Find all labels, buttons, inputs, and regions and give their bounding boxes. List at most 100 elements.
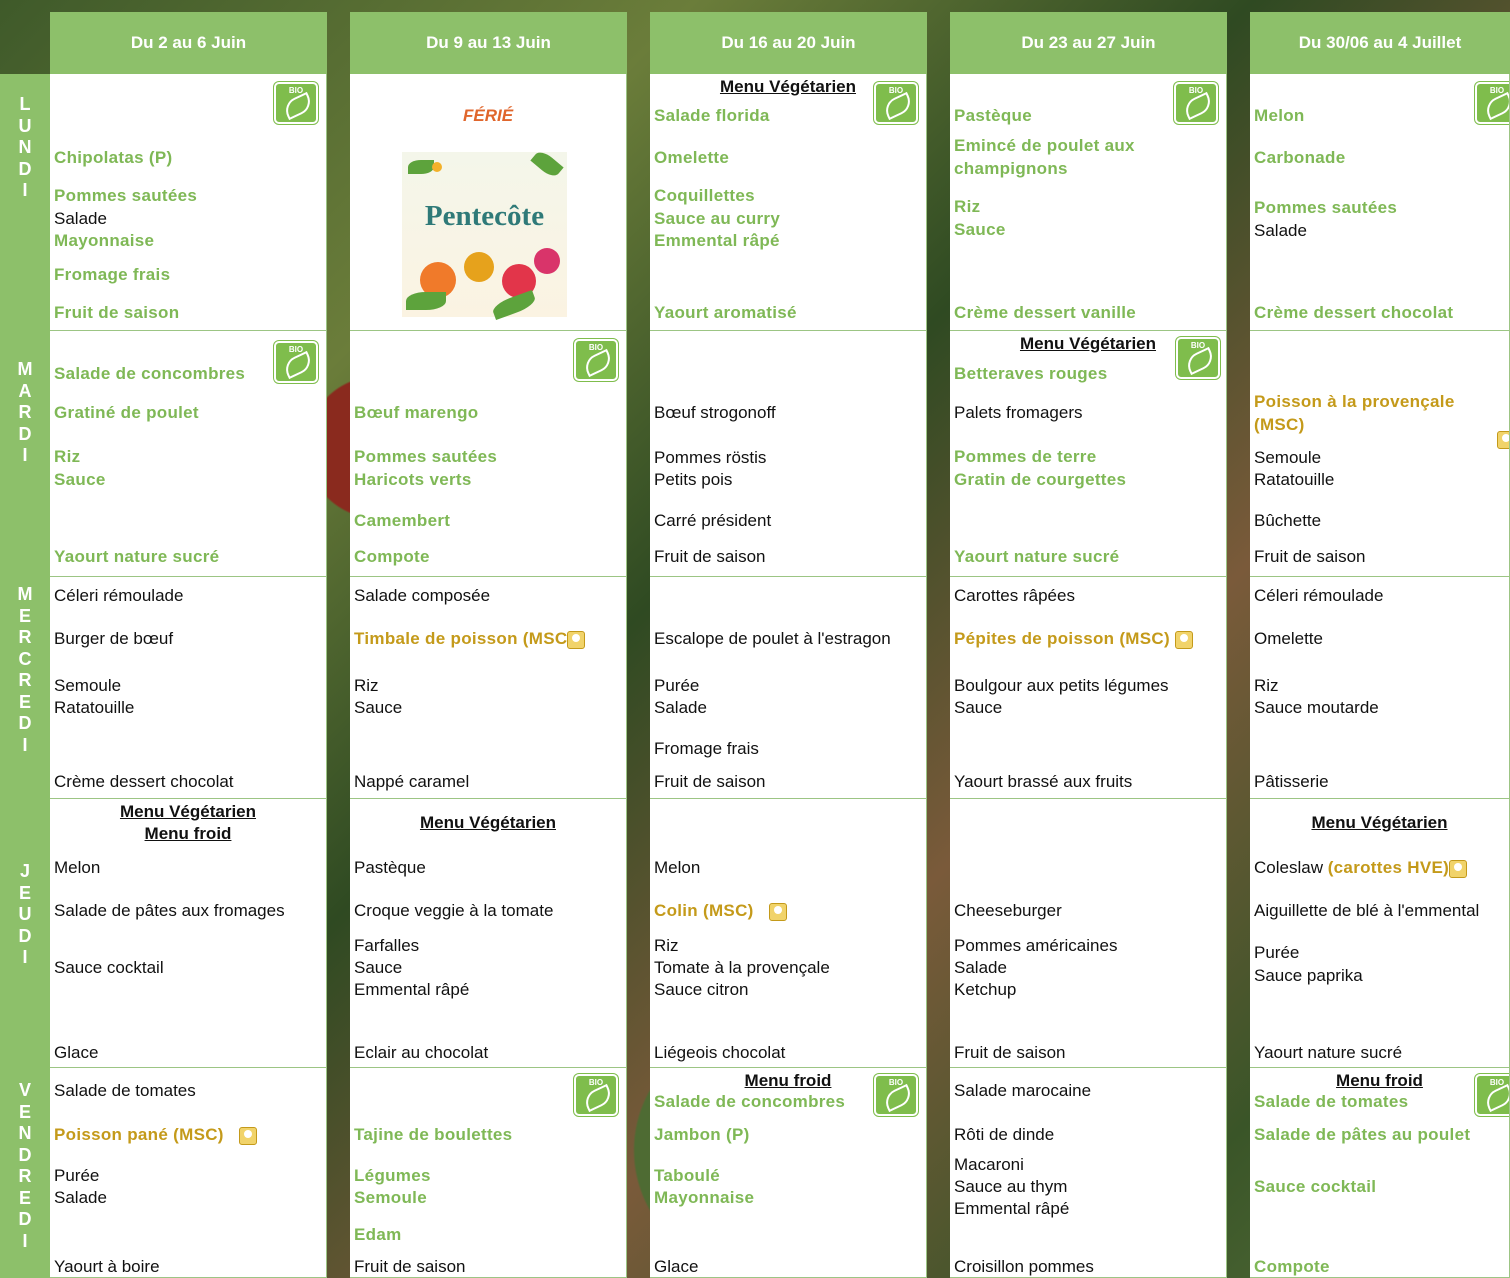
meal-sauce: Sauce: [54, 470, 106, 489]
cell-vendredi-w1: Salade de tomates Poisson pané (MSC) Pur…: [50, 1068, 327, 1278]
meal-sauce: Sauce au curry: [654, 209, 781, 228]
day-label-mardi: M A R D I: [17, 359, 33, 465]
menu-froid-label: Menu froid: [1336, 1071, 1423, 1090]
meal-main: Rôti de dinde: [954, 1125, 1055, 1144]
meal-sauce: Sauce: [354, 698, 403, 717]
meal-dessert: Croisillon pommes: [954, 1257, 1094, 1276]
meal-side-2: Ratatouille: [54, 698, 135, 717]
meal-dessert: Liégeois chocolat: [654, 1043, 786, 1062]
cell-mercredi-w2: Salade composée Timbale de poisson (MSC …: [350, 577, 627, 799]
meal-starter: Melon: [54, 858, 101, 877]
bio-icon: BIO: [574, 1074, 618, 1116]
msc-label-icon: [768, 902, 787, 921]
meal-side: Farfalles: [354, 936, 420, 955]
meal-dessert: Yaourt aromatisé: [654, 303, 797, 322]
meal-main: Bœuf strogonoff: [654, 403, 776, 422]
meal-main: Croque veggie à la tomate: [354, 901, 554, 920]
meal-cheese: Fromage frais: [654, 739, 759, 758]
bio-icon: BIO: [574, 339, 618, 381]
cell-jeudi-w1: Menu Végétarien Menu froid Melon Salade …: [50, 799, 327, 1068]
cell-vendredi-w2: BIO Tajine de boulettes Légumes Semoule …: [350, 1068, 627, 1278]
cell-mardi-w5: Poisson à la provençale (MSC) Semoule Ra…: [1250, 331, 1510, 577]
meal-side-2: Tomate à la provençale: [654, 958, 830, 977]
day-label-vendredi: V E N D R E D I: [18, 1080, 32, 1251]
meal-cheese: Emmental râpé: [954, 1199, 1070, 1218]
meal-starter: Melon: [1254, 106, 1305, 125]
meal-starter: Salade de tomates: [1254, 1092, 1409, 1111]
week-header-1: Du 2 au 6 Juin: [50, 12, 327, 74]
day-label-lundi: L U N D I: [18, 94, 32, 200]
meal-side: Semoule: [1254, 448, 1322, 467]
meal-side-2: Salade: [954, 958, 1007, 977]
menu-froid-label: Menu froid: [144, 824, 232, 843]
cell-mercredi-w5: Céleri rémoulade Omelette Riz Sauce mout…: [1250, 577, 1510, 799]
meal-side: Pommes de terre: [954, 447, 1097, 466]
cell-jeudi-w2: Menu Végétarien Pastèque Croque veggie à…: [350, 799, 627, 1068]
week-header-5: Du 30/06 au 4 Juillet: [1250, 12, 1510, 74]
meal-dessert: Fruit de saison: [654, 547, 766, 566]
meal-main-2: champignons: [954, 159, 1068, 178]
meal-side: Coquillettes: [654, 186, 755, 205]
meal-dessert: Compote: [1254, 1257, 1330, 1276]
meal-dessert: Yaourt brassé aux fruits: [954, 772, 1133, 791]
meal-dessert: Yaourt nature sucré: [1254, 1043, 1403, 1062]
cell-mardi-w3: Bœuf strogonoff Pommes röstis Petits poi…: [650, 331, 927, 577]
meal-cheese: Edam: [354, 1225, 402, 1244]
bio-icon: BIO: [1475, 82, 1509, 124]
meal-dessert: Glace: [54, 1043, 99, 1062]
meal-main: Gratiné de poulet: [54, 403, 199, 422]
meal-main: Omelette: [654, 148, 730, 167]
meal-dessert: Yaourt à boire: [54, 1257, 160, 1276]
meal-starter: Melon: [654, 858, 701, 877]
meal-side: Riz: [54, 447, 81, 466]
cell-vendredi-w5: Menu froid BIO Salade de tomates Salade …: [1250, 1068, 1510, 1278]
meal-starter: Céleri rémoulade: [54, 586, 184, 605]
meal-dessert: Pâtisserie: [1254, 772, 1329, 791]
meal-cheese: Bûchette: [1254, 511, 1322, 530]
meal-dessert: Crème dessert vanille: [954, 303, 1137, 322]
week-header-4: Du 23 au 27 Juin: [950, 12, 1227, 74]
pentecote-title: Pentecôte: [424, 200, 545, 232]
day-label-mercredi: M E R C R E D I: [17, 584, 33, 755]
ferie-label: FÉRIÉ: [462, 106, 514, 125]
bio-icon: BIO: [874, 1074, 918, 1116]
meal-side: Semoule: [54, 676, 122, 695]
meal-dessert: Yaourt nature sucré: [954, 547, 1120, 566]
cell-lundi-w2: FÉRIÉ Pentecôte: [350, 74, 627, 331]
meal-starter: Salade florida: [654, 106, 770, 125]
meal-main: Salade de pâtes au poulet: [1254, 1125, 1471, 1144]
meal-dessert: Glace: [654, 1257, 699, 1276]
meal-side: Purée: [54, 1166, 100, 1185]
meal-side: Riz: [954, 197, 981, 216]
cell-jeudi-w5: Menu Végétarien Coleslaw (carottes HVE) …: [1250, 799, 1510, 1068]
week-header-3: Du 16 au 20 Juin: [650, 12, 927, 74]
meal-starter: Pastèque: [954, 106, 1032, 125]
cell-mercredi-w3: Escalope de poulet à l'estragon Purée Sa…: [650, 577, 927, 799]
meal-starter: Pastèque: [354, 858, 426, 877]
meal-starter: Carottes râpées: [954, 586, 1075, 605]
menu-vegetarien-label: Menu Végétarien: [419, 813, 557, 832]
meal-main: Jambon (P): [654, 1125, 750, 1144]
meal-cheese: Carré président: [654, 511, 772, 530]
meal-sauce: Sauce cocktail: [1254, 1177, 1377, 1196]
meal-side: Riz: [1254, 676, 1279, 695]
meal-cheese: Emmental râpé: [654, 231, 780, 250]
meal-sauce: Sauce: [954, 698, 1003, 717]
meal-side-2: Semoule: [354, 1188, 427, 1207]
meal-main: Palets fromagers: [954, 403, 1083, 422]
meal-side: Macaroni: [954, 1155, 1024, 1174]
meal-side-2: Ratatouille: [1254, 470, 1335, 489]
meal-side-2: Salade: [1254, 221, 1307, 240]
menu-vegetarien-label: Menu Végétarien: [119, 802, 257, 821]
meal-side: Purée: [1254, 943, 1300, 962]
msc-label-icon: [1449, 859, 1468, 878]
meal-side: Pommes sautées: [354, 447, 498, 466]
meal-sauce: Mayonnaise: [54, 231, 155, 250]
meal-sauce: Sauce paprika: [1254, 966, 1363, 985]
meal-sauce: Sauce moutarde: [1254, 698, 1379, 717]
meal-starter: Salade de tomates: [54, 1081, 196, 1100]
meal-dessert: Crème dessert chocolat: [1254, 303, 1454, 322]
menu-grid: Du 2 au 6 Juin Du 9 au 13 Juin Du 16 au …: [0, 0, 1510, 1278]
meal-sauce: Mayonnaise: [654, 1188, 755, 1207]
cell-jeudi-w4: Cheeseburger Pommes américaines Salade K…: [950, 799, 1227, 1068]
